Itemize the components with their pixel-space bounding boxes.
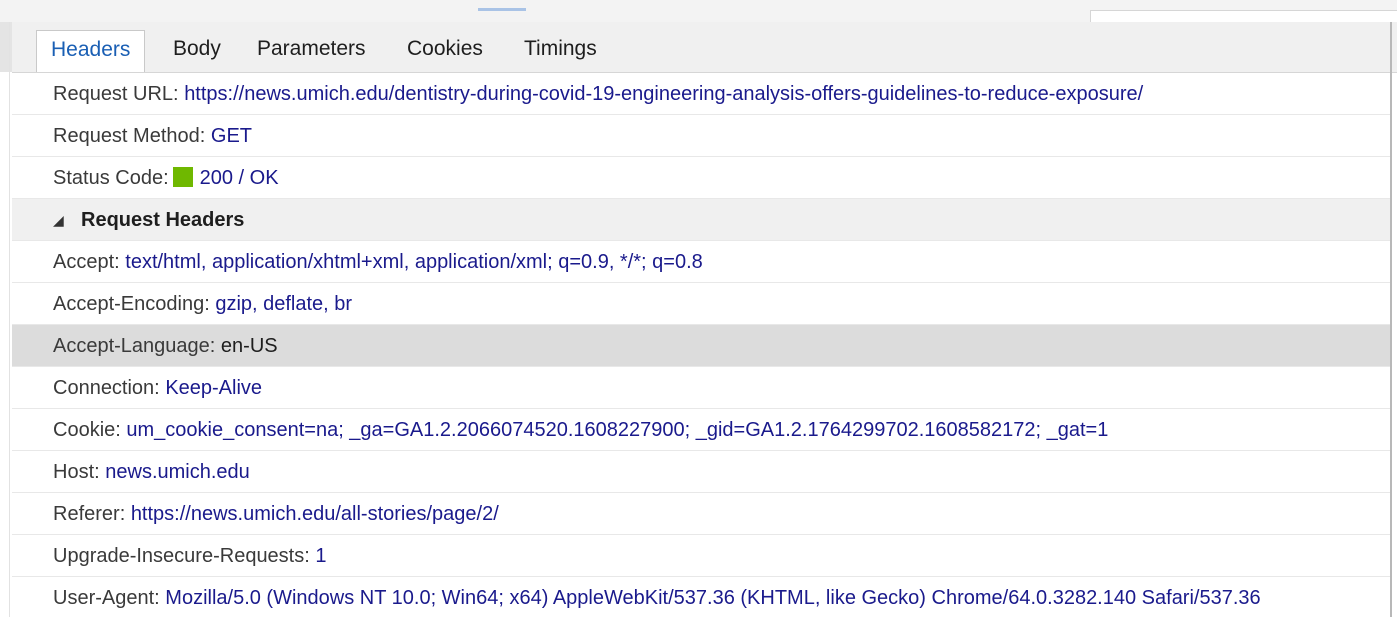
tab-cookies[interactable]: Cookies xyxy=(407,30,483,72)
header-row-accept-language[interactable]: Accept-Language: en-US xyxy=(12,325,1390,367)
header-key: Accept-Language: xyxy=(53,335,216,357)
left-divider xyxy=(9,22,10,617)
triangle-down-icon[interactable]: ◢ xyxy=(53,199,81,240)
header-value: 200 / OK xyxy=(199,167,279,189)
status-code-row[interactable]: Status Code: 200 / OK xyxy=(12,157,1390,199)
header-value: 1 xyxy=(315,545,327,567)
header-key: Host: xyxy=(53,461,100,483)
header-row-connection[interactable]: Connection: Keep-Alive xyxy=(12,367,1390,409)
tab-headers[interactable]: Headers xyxy=(36,30,146,72)
tab-body[interactable]: Body xyxy=(173,30,221,72)
header-value: Keep-Alive xyxy=(165,377,263,399)
header-value: gzip, deflate, br xyxy=(215,293,353,315)
headers-list: Request URL: https://news.umich.edu/dent… xyxy=(12,73,1390,617)
scrollbar-edge[interactable] xyxy=(1390,22,1392,617)
header-key: Upgrade-Insecure-Requests: xyxy=(53,545,310,567)
header-row-upgrade-insecure-requests[interactable]: Upgrade-Insecure-Requests: 1 xyxy=(12,535,1390,577)
header-value: text/html, application/xhtml+xml, applic… xyxy=(125,251,703,273)
header-key: Cookie: xyxy=(53,419,121,441)
header-row-cookie[interactable]: Cookie: um_cookie_consent=na; _ga=GA1.2.… xyxy=(12,409,1390,451)
header-value: https://news.umich.edu/all-stories/page/… xyxy=(130,503,499,525)
header-row-host[interactable]: Host: news.umich.edu xyxy=(12,451,1390,493)
header-value: en-US xyxy=(220,335,278,357)
header-key: Accept: xyxy=(53,251,120,273)
header-row-accept[interactable]: Accept: text/html, application/xhtml+xml… xyxy=(12,241,1390,283)
active-indicator xyxy=(478,8,526,11)
tab-parameters[interactable]: Parameters xyxy=(257,30,366,72)
section-title: Request Headers xyxy=(81,209,245,231)
header-value: news.umich.edu xyxy=(105,461,250,483)
tab-timings[interactable]: Timings xyxy=(524,30,597,72)
header-value: um_cookie_consent=na; _ga=GA1.2.20660745… xyxy=(126,419,1109,441)
header-key: Connection: xyxy=(53,377,160,399)
header-key: Request Method: xyxy=(53,125,206,147)
left-gutter xyxy=(0,22,12,72)
header-row-accept-encoding[interactable]: Accept-Encoding: gzip, deflate, br xyxy=(12,283,1390,325)
header-row-referer[interactable]: Referer: https://news.umich.edu/all-stor… xyxy=(12,493,1390,535)
header-value: https://news.umich.edu/dentistry-during-… xyxy=(184,83,1144,105)
request-url-row[interactable]: Request URL: https://news.umich.edu/dent… xyxy=(12,73,1390,115)
header-key: User-Agent: xyxy=(53,587,160,609)
header-key: Request URL: xyxy=(53,83,179,105)
header-key: Accept-Encoding: xyxy=(53,293,210,315)
details-tab-bar: Headers Body Parameters Cookies Timings xyxy=(12,22,1397,73)
request-method-row[interactable]: Request Method: GET xyxy=(12,115,1390,157)
header-key: Status Code: xyxy=(53,167,169,189)
header-row-user-agent[interactable]: User-Agent: Mozilla/5.0 (Windows NT 10.0… xyxy=(12,577,1390,617)
request-headers-section[interactable]: ◢ Request Headers xyxy=(12,199,1390,241)
header-value: Mozilla/5.0 (Windows NT 10.0; Win64; x64… xyxy=(165,587,1261,609)
status-ok-icon xyxy=(172,167,193,187)
header-key: Referer: xyxy=(53,503,126,525)
network-details-panel: Headers Body Parameters Cookies Timings … xyxy=(0,0,1397,617)
header-value: GET xyxy=(210,125,253,147)
